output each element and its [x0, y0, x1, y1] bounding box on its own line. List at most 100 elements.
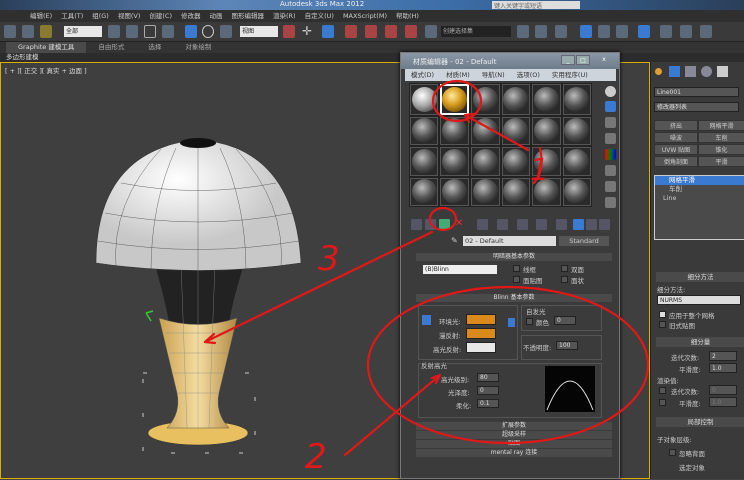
sample-slot[interactable]	[410, 177, 439, 206]
make-unique-icon[interactable]	[497, 219, 508, 230]
lock-ambient-diffuse-icon[interactable]	[422, 315, 431, 325]
schematic-view-icon[interactable]	[616, 25, 628, 38]
rect-region-icon[interactable]	[144, 25, 156, 38]
render-iterations-checkbox[interactable]	[659, 387, 666, 394]
soften-spinner[interactable]: 0.1	[477, 399, 499, 408]
show-end-result-icon[interactable]	[573, 219, 584, 230]
assign-to-selection-icon[interactable]	[439, 219, 450, 230]
specular-level-spinner[interactable]: 80	[477, 373, 499, 382]
close-button[interactable]: x	[593, 55, 615, 65]
menu-modes[interactable]: 模式(D)	[411, 69, 434, 81]
copy-material-icon[interactable]	[477, 219, 488, 230]
edit-named-sel-icon[interactable]	[425, 25, 437, 38]
shader-dropdown[interactable]: (B)Blinn	[423, 265, 497, 274]
sample-slot[interactable]	[562, 116, 591, 145]
menu-edit[interactable]: 编辑(E)	[30, 10, 52, 22]
manipulate-icon[interactable]: ✛	[302, 25, 314, 38]
rollout-extended-params[interactable]: 扩展参数	[416, 422, 612, 430]
sample-slot[interactable]	[471, 147, 500, 176]
reset-material-icon[interactable]: ✕	[455, 219, 466, 230]
make-preview-icon[interactable]	[605, 165, 616, 176]
stack-item-lathe[interactable]: 车削	[655, 185, 744, 194]
sample-slot[interactable]	[501, 177, 531, 206]
percent-snap-icon[interactable]	[385, 25, 397, 38]
sample-slot[interactable]	[440, 177, 470, 206]
keyboard-shortcut-icon[interactable]	[322, 25, 334, 38]
options-icon[interactable]	[605, 181, 616, 192]
specular-color-swatch[interactable]	[466, 342, 496, 353]
sample-slot[interactable]	[471, 116, 500, 145]
modify-tab-icon[interactable]	[669, 66, 680, 77]
reference-coord-dropdown[interactable]: 视图	[240, 26, 278, 37]
display-tab-icon[interactable]	[717, 66, 728, 77]
menu-animation[interactable]: 动画	[210, 10, 223, 22]
menu-views[interactable]: 视图(V)	[118, 10, 141, 22]
rollout-blinn-basic[interactable]: Blinn 基本参数	[416, 294, 612, 302]
menu-group[interactable]: 组(G)	[92, 10, 109, 22]
spinner-snap-icon[interactable]	[405, 25, 417, 38]
render-smoothness-spinner[interactable]: 1.0	[709, 397, 737, 407]
menu-material[interactable]: 材质(M)	[446, 69, 470, 81]
face-map-checkbox[interactable]	[513, 276, 520, 283]
sample-slot[interactable]	[440, 116, 470, 145]
sample-slot[interactable]	[562, 147, 591, 176]
sample-slot[interactable]	[410, 116, 439, 145]
sample-slot[interactable]	[410, 84, 439, 115]
sample-slot[interactable]	[440, 84, 470, 115]
menu-utilities[interactable]: 实用程序(U)	[552, 69, 588, 81]
modifier-list-dropdown[interactable]: 修改器列表	[654, 102, 739, 112]
mod-smooth-button[interactable]: 平滑	[698, 156, 744, 167]
select-by-name-icon[interactable]	[126, 25, 138, 38]
sample-slot[interactable]	[562, 177, 591, 206]
render-smoothness-checkbox[interactable]	[659, 399, 666, 406]
snap-3d-icon[interactable]	[345, 25, 357, 38]
mod-lathe-button[interactable]: 车削	[698, 132, 744, 143]
link-icon[interactable]	[4, 25, 16, 38]
show-map-icon[interactable]	[556, 219, 567, 230]
tab-graphite[interactable]: Graphite 建模工具	[6, 42, 87, 53]
graphite-toggle-icon[interactable]	[580, 25, 592, 38]
material-type-button[interactable]: Standard	[559, 236, 609, 246]
sample-slot[interactable]	[440, 147, 470, 176]
ignore-backfacing-checkbox[interactable]	[669, 449, 676, 456]
move-icon[interactable]	[185, 25, 197, 38]
window-crossing-icon[interactable]	[162, 25, 174, 38]
background-icon[interactable]	[605, 117, 616, 128]
mod-taper-button[interactable]: 锥化	[698, 144, 744, 155]
search-input[interactable]: 键入关键字或短语	[492, 1, 580, 10]
sample-slot[interactable]	[501, 84, 531, 115]
bind-space-warp-icon[interactable]	[40, 25, 52, 38]
tab-freeform[interactable]: 自由形式	[86, 42, 136, 53]
uv-tiling-icon[interactable]	[605, 133, 616, 144]
rollout-shader-basic[interactable]: 明暗器基本参数	[416, 253, 612, 261]
unlink-icon[interactable]	[22, 25, 34, 38]
polygon-modeling-panel[interactable]: 多边形建模	[0, 53, 744, 62]
menu-graph-editors[interactable]: 图形编辑器	[232, 10, 265, 22]
render-setup-icon[interactable]	[660, 25, 672, 38]
material-editor-icon[interactable]	[638, 25, 650, 38]
material-id-icon[interactable]	[536, 219, 547, 230]
mod-uvw-button[interactable]: UVW 贴图	[654, 144, 698, 155]
wire-checkbox[interactable]	[513, 265, 520, 272]
self-illum-color-checkbox[interactable]	[526, 318, 533, 325]
rollout-supersampling[interactable]: 超级采样	[416, 431, 612, 439]
menu-help[interactable]: 帮助(H)	[396, 10, 419, 22]
tab-selection[interactable]: 选择	[136, 42, 173, 53]
backlight-icon[interactable]	[605, 101, 616, 112]
video-color-check-icon[interactable]	[605, 149, 616, 160]
diffuse-color-swatch[interactable]	[466, 328, 496, 339]
put-to-scene-icon[interactable]	[425, 219, 436, 230]
named-selection-dropdown[interactable]: 创建选择集	[441, 26, 511, 37]
apply-whole-mesh-checkbox[interactable]	[659, 311, 666, 318]
rotate-icon[interactable]	[202, 25, 214, 38]
sample-slot[interactable]	[410, 147, 439, 176]
selection-filter-dropdown[interactable]: 全部	[64, 26, 102, 37]
faceted-checkbox[interactable]	[561, 276, 568, 283]
sample-slot[interactable]	[562, 84, 591, 115]
stack-item-meshsmooth[interactable]: 网格平滑	[655, 176, 744, 185]
rendered-frame-icon[interactable]	[680, 25, 692, 38]
get-material-icon[interactable]	[411, 219, 422, 230]
menu-customize[interactable]: 自定义(U)	[305, 10, 334, 22]
layer-icon[interactable]	[555, 25, 567, 38]
diffuse-map-lock-icon[interactable]	[508, 318, 515, 327]
